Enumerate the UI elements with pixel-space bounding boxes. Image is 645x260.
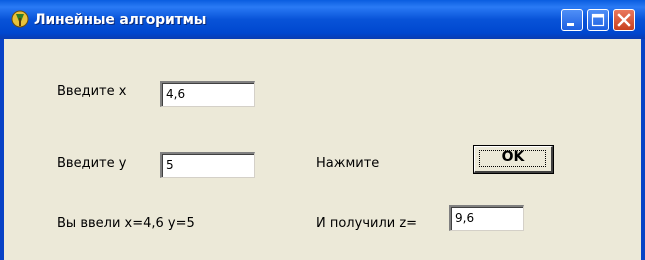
- press-label: Нажмите: [316, 156, 380, 171]
- window-frame-left: [0, 39, 4, 260]
- app-window: Линейные алгоритмы Введите x 4,6 Введите…: [0, 0, 645, 260]
- maximize-icon: [591, 13, 605, 27]
- z-output[interactable]: 9,6: [449, 205, 524, 231]
- title-bar[interactable]: Линейные алгоритмы: [0, 0, 645, 39]
- close-icon: [617, 13, 631, 27]
- entered-values-label: Вы ввели x=4,6 y=5: [57, 216, 195, 231]
- close-button[interactable]: [613, 9, 635, 31]
- minimize-icon: [567, 23, 574, 26]
- window-title: Линейные алгоритмы: [34, 12, 207, 28]
- result-label: И получили z=: [316, 216, 418, 231]
- window-frame-right: [641, 39, 645, 260]
- y-input[interactable]: 5: [160, 152, 255, 178]
- minimize-button[interactable]: [561, 9, 583, 31]
- maximize-button[interactable]: [587, 9, 609, 31]
- ok-button[interactable]: OK: [473, 145, 554, 174]
- x-input[interactable]: 4,6: [160, 81, 255, 107]
- y-label: Введите y: [57, 156, 127, 171]
- delphi-app-icon: [10, 9, 30, 29]
- ok-button-label: OK: [501, 149, 525, 165]
- x-label: Введите x: [57, 84, 127, 99]
